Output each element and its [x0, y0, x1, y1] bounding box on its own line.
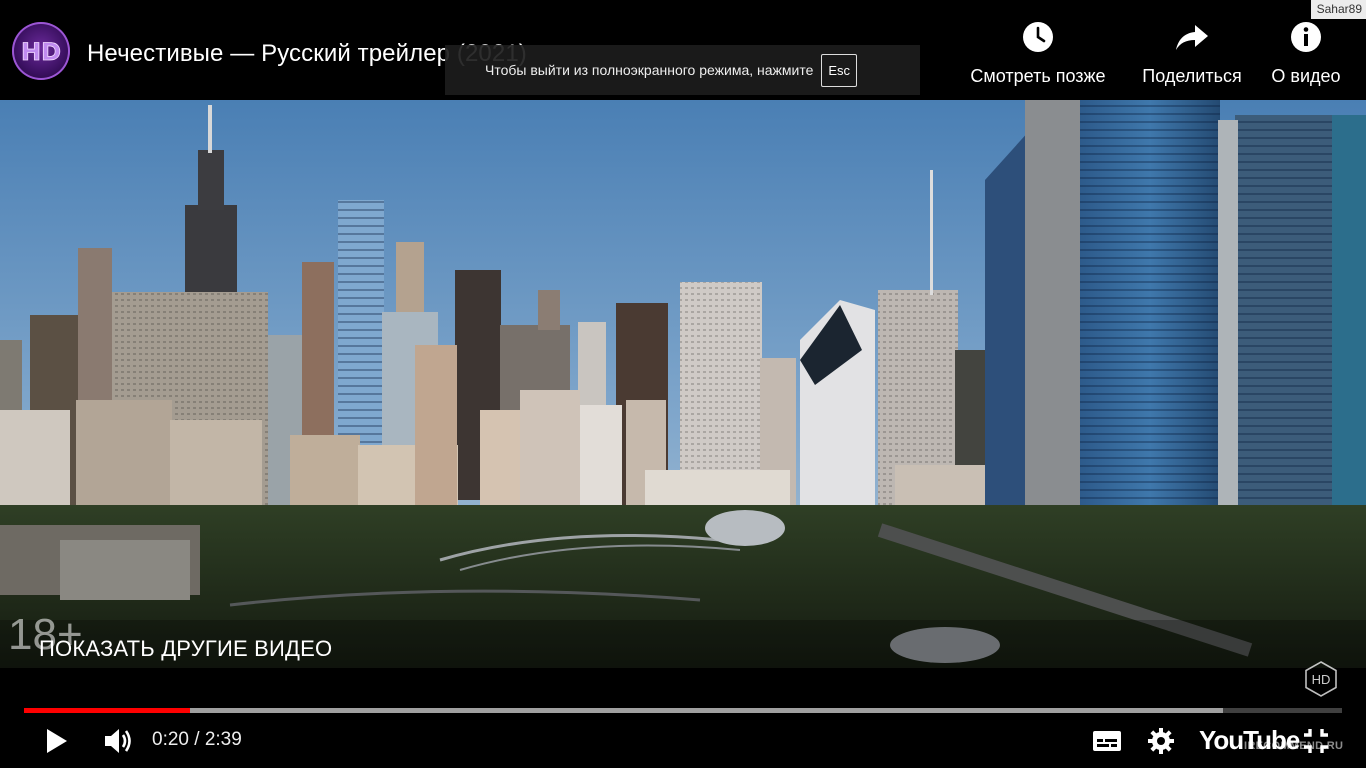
hd-logo-icon: HD [21, 38, 62, 66]
share-button[interactable]: Поделиться [1134, 18, 1250, 87]
play-icon [47, 729, 67, 753]
watch-later-button[interactable]: Смотреть позже [960, 18, 1116, 87]
clock-icon [1023, 22, 1053, 52]
progress-buffered [24, 708, 1224, 713]
subtitles-icon [1093, 731, 1121, 751]
subtitles-button[interactable] [1092, 729, 1122, 758]
city-skyline-frame [0, 100, 1366, 668]
time-display: 0:20 / 2:39 [152, 729, 242, 750]
progress-bar[interactable] [24, 708, 1342, 713]
volume-button[interactable] [102, 725, 134, 762]
settings-button[interactable] [1147, 727, 1175, 760]
hd-hexagon-icon: HD [1305, 661, 1337, 697]
about-video-button[interactable]: О видео [1266, 18, 1346, 87]
fullscreen-exit-toast: Чтобы выйти из полноэкранного режима, на… [445, 45, 920, 95]
site-watermark: IRECOMMEND.RU [1244, 740, 1344, 752]
info-icon [1291, 22, 1321, 52]
gear-icon [1148, 728, 1174, 754]
esc-key-hint: Esc [821, 53, 858, 87]
svg-text:HD: HD [21, 38, 61, 66]
volume-icon [105, 729, 131, 753]
about-video-label: О видео [1271, 66, 1341, 86]
video-player[interactable]: HD Нечестивые — Русский трейлер (2021) С… [0, 0, 1366, 768]
hd-quality-badge: HD [1303, 661, 1339, 702]
progress-played [24, 708, 191, 713]
fullscreen-toast-text: Чтобы выйти из полноэкранного режима, на… [485, 62, 814, 78]
share-arrow-icon [1176, 25, 1208, 50]
hd-badge-text: HD [1312, 672, 1331, 687]
play-button[interactable] [44, 726, 70, 761]
username-badge: Sahar89 [1310, 0, 1366, 19]
channel-logo[interactable]: HD [12, 22, 70, 80]
show-more-videos-button[interactable]: ПОКАЗАТЬ ДРУГИЕ ВИДЕО [39, 636, 332, 662]
watch-later-label: Смотреть позже [970, 66, 1106, 86]
video-frame[interactable] [0, 100, 1366, 668]
share-label: Поделиться [1142, 66, 1242, 86]
